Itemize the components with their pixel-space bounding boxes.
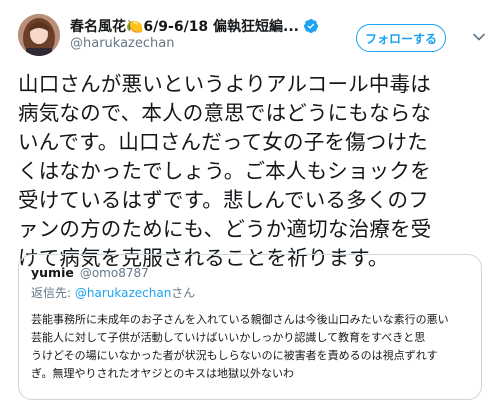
tweet-text-line: 受けているはずです。悲しんでいる多くのフ <box>18 188 429 212</box>
tweet-card: 春名風花🍋6/9-6/18 偏執狂短編... @harukazechan フォロ… <box>0 0 500 404</box>
reply-to-suffix: さん <box>171 286 196 300</box>
reply-to-line: 返信先: @harukazechanさん <box>31 284 469 301</box>
reply-to-prefix: 返信先: <box>31 286 75 300</box>
tweet-text-line: くはなかったでしょう。ご本人もショックを <box>18 159 431 183</box>
quoted-tweet[interactable]: yumie @omo8787 返信先: @harukazechanさん 芸能事務… <box>18 254 482 400</box>
avatar-image <box>18 14 60 56</box>
follow-button[interactable]: フォローする <box>356 24 446 52</box>
author-name-row: 春名風花🍋6/9-6/18 偏執狂短編... <box>70 16 319 36</box>
tweet-text-line: いんです。山口さんだって女の子を傷つけた <box>18 130 428 154</box>
quoted-text-line: 芸能人に対して子供が活動していけばいいかしっかり認識して教育をすべきと思 <box>31 331 426 344</box>
quoted-text-line: うけどその場にいなかった者が状況もしらないのに被害者を責めるのは視点ずれす <box>31 349 438 362</box>
quoted-author-handle: @omo8787 <box>79 266 149 280</box>
tweet-text: 山口さんが悪いというよりアルコール中毒は 病気なので、本人の意思ではどうにもなら… <box>18 70 486 273</box>
author-handle[interactable]: @harukazechan <box>70 36 174 51</box>
tweet-text-line: ァンの方のためにも、どうか適切な治療を受 <box>18 217 432 241</box>
author-avatar[interactable] <box>18 14 60 56</box>
author-display-name[interactable]: 春名風花🍋6/9-6/18 偏執狂短編... <box>70 16 299 36</box>
verified-badge-icon <box>304 19 319 33</box>
quoted-author-name: yumie <box>31 265 74 280</box>
quoted-text-line: ぎ。無理やりされたオヤジとのキスは地獄以外ないわ <box>31 367 295 380</box>
chevron-down-icon[interactable] <box>472 30 486 44</box>
tweet-text-line: 病気なので、本人の意思ではどうにもならな <box>18 101 432 125</box>
reply-to-mention[interactable]: @harukazechan <box>75 286 171 300</box>
tweet-text-line: 山口さんが悪いというよりアルコール中毒は <box>18 72 431 96</box>
quoted-tweet-header: yumie @omo8787 <box>31 265 469 280</box>
quoted-tweet-text: 芸能事務所に未成年のお子さんを入れている親御さんは今後山口みたいな素行の悪い 芸… <box>31 311 469 383</box>
quoted-text-line: 芸能事務所に未成年のお子さんを入れている親御さんは今後山口みたいな素行の悪い <box>31 313 449 326</box>
